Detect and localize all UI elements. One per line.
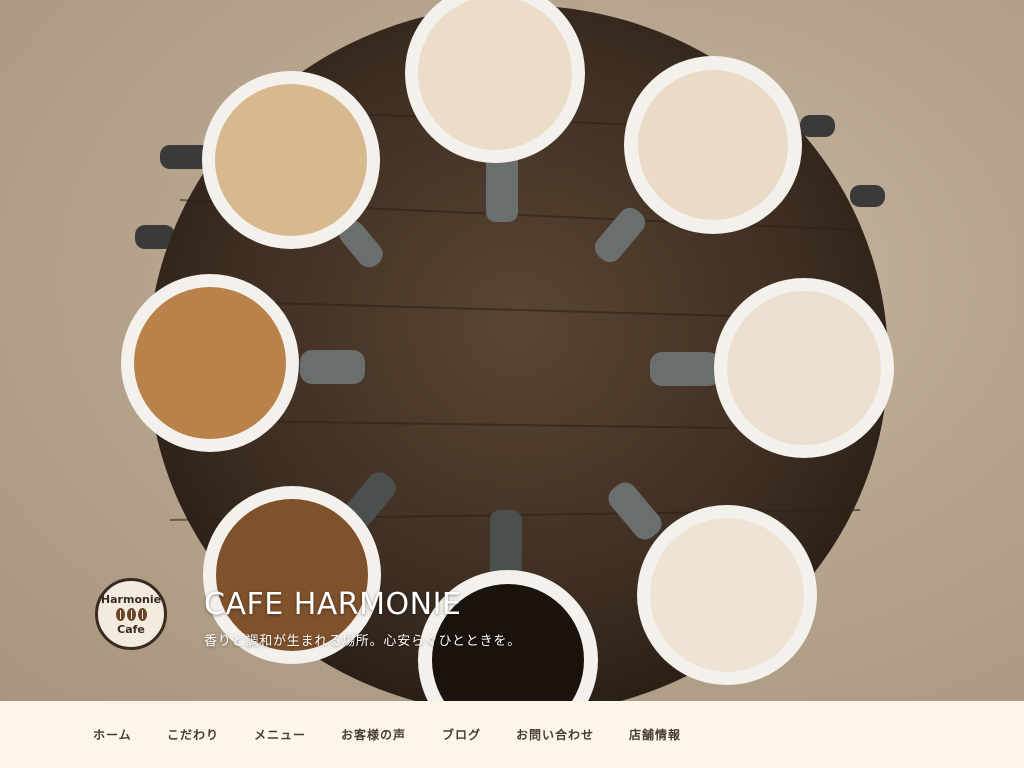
main-navigation: ホーム こだわり メニュー お客様の声 ブログ お問い合わせ 店舗情報: [0, 701, 1024, 768]
logo-text-bottom: Cafe: [117, 622, 145, 636]
cafe-logo[interactable]: Harmonie Cafe: [95, 578, 167, 650]
brand[interactable]: Harmonie Cafe: [95, 578, 167, 650]
hero-image: Harmonie Cafe CAFE HARMONIE 香りと調和が生まれる場所…: [0, 0, 1024, 701]
nav-item-contact[interactable]: お問い合わせ: [516, 726, 594, 743]
nav-item-store-info[interactable]: 店舗情報: [629, 726, 681, 743]
logo-text-top: Harmonie: [100, 592, 162, 606]
site-heading: CAFE HARMONIE 香りと調和が生まれる場所。心安らぐひとときを。: [204, 590, 522, 650]
nav-item-home[interactable]: ホーム: [93, 726, 132, 743]
site-title[interactable]: CAFE HARMONIE: [204, 590, 521, 620]
nav-item-blog[interactable]: ブログ: [442, 726, 481, 743]
nav-item-menu[interactable]: メニュー: [254, 726, 306, 743]
site-tagline: 香りと調和が生まれる場所。心安らぐひとときを。: [204, 634, 522, 649]
coffee-beans-icon: [115, 607, 147, 621]
nav-item-commitment[interactable]: こだわり: [167, 726, 219, 743]
nav-item-testimonials[interactable]: お客様の声: [341, 726, 406, 743]
